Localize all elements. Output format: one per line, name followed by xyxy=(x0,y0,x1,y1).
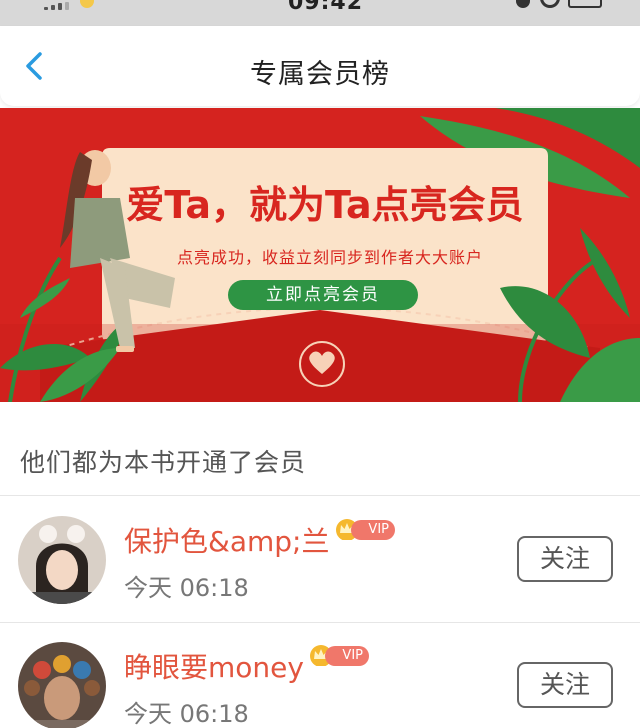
follow-button[interactable]: 关注 xyxy=(517,536,613,582)
avatar[interactable] xyxy=(18,516,106,604)
battery-icon: 86 xyxy=(568,0,602,8)
avatar-image xyxy=(18,642,106,728)
status-time: 09:42 xyxy=(288,0,364,15)
follow-button[interactable]: 关注 xyxy=(517,662,613,708)
status-bar: 09:42 86 xyxy=(0,0,640,26)
member-name: 保护色&amp;兰 xyxy=(124,525,330,558)
signal-icon xyxy=(44,2,69,10)
section-heading: 他们都为本书开通了会员 xyxy=(20,448,307,477)
avatar-image xyxy=(18,516,106,604)
vip-label: VIP xyxy=(351,520,395,540)
wifi-icon xyxy=(540,0,560,8)
avatar[interactable] xyxy=(18,642,106,728)
page-title: 专属会员榜 xyxy=(250,59,390,90)
nav-header: 专属会员榜 xyxy=(0,26,640,106)
member-row[interactable]: 睁眼要money VIP 今天 06:18 关注 xyxy=(0,622,640,728)
vip-label: VIP xyxy=(325,646,369,666)
light-up-membership-button[interactable]: 立即点亮会员 xyxy=(228,280,418,310)
app-notification-icon xyxy=(80,0,94,8)
banner-subtitle: 点亮成功，收益立刻同步到作者大大账户 xyxy=(176,248,483,267)
member-time: 今天 06:18 xyxy=(124,700,249,728)
promo-banner[interactable]: 爱Ta，就为Ta点亮会员 点亮成功，收益立刻同步到作者大大账户 立即点亮会员 xyxy=(0,108,640,402)
member-name: 睁眼要money xyxy=(124,651,304,684)
banner-headline: 爱Ta，就为Ta点亮会员 xyxy=(126,183,524,227)
member-time: 今天 06:18 xyxy=(124,574,249,602)
member-row[interactable]: 保护色&amp;兰 VIP 今天 06:18 关注 xyxy=(0,496,640,622)
alarm-icon xyxy=(516,0,530,8)
